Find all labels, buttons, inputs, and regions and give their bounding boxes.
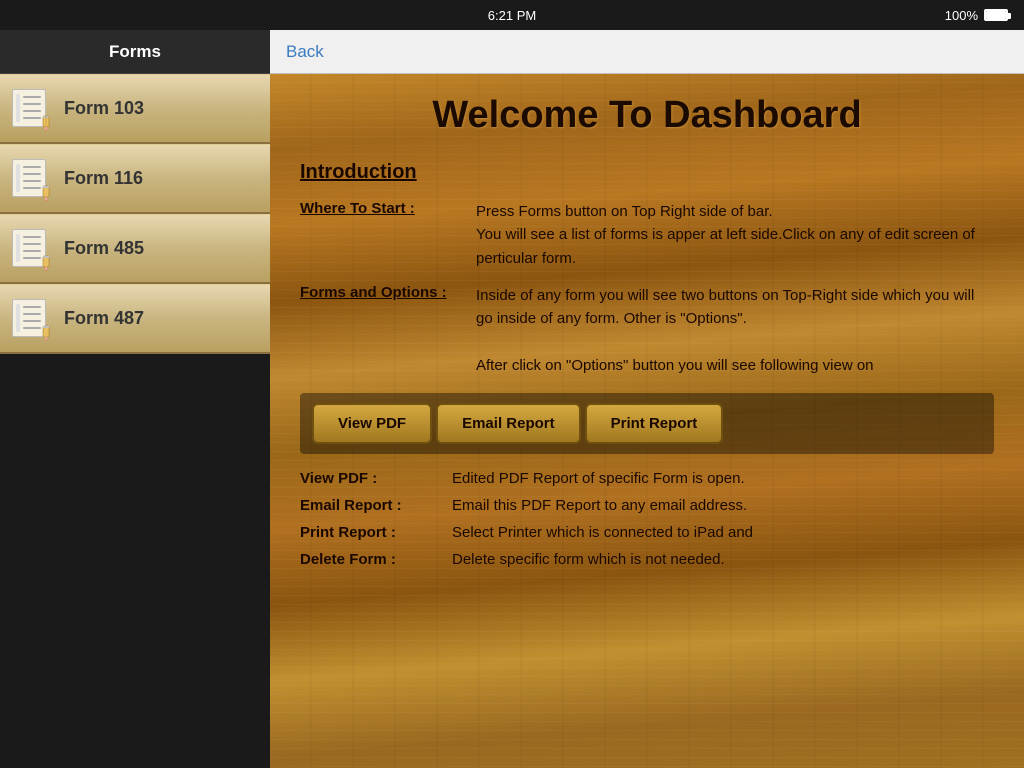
options-bar: View PDF Email Report Print Report xyxy=(300,393,994,454)
status-bar-time: 6:21 PM xyxy=(488,8,536,23)
dashboard-title: Welcome To Dashboard xyxy=(300,94,994,137)
where-to-start-label: Where To Start : xyxy=(300,200,460,217)
sidebar-title: Forms xyxy=(109,42,161,62)
notebook-icon-487 xyxy=(12,299,52,339)
desc-key-delete-form: Delete Form : xyxy=(300,551,440,568)
pencil-icon-487 xyxy=(40,325,56,341)
wood-content: Welcome To Dashboard Introduction Where … xyxy=(270,74,1024,768)
nav-bar: Back xyxy=(270,30,1024,74)
sidebar-item-form-116[interactable]: Form 116 xyxy=(0,144,270,214)
pencil-icon-485 xyxy=(40,255,56,271)
sidebar-item-label-103: Form 103 xyxy=(64,98,144,119)
desc-row-email-report: Email Report : Email this PDF Report to … xyxy=(300,497,994,514)
pencil-icon-116 xyxy=(40,185,56,201)
intro-section: Introduction Where To Start : Press Form… xyxy=(300,161,994,377)
forms-options-label: Forms and Options : xyxy=(300,284,460,301)
sidebar-header: Forms xyxy=(0,30,270,74)
battery-fill xyxy=(986,11,1006,19)
where-to-start-text: Press Forms button on Top Right side of … xyxy=(476,200,994,270)
sidebar-item-form-103[interactable]: Form 103 xyxy=(0,74,270,144)
status-bar-right: 100% xyxy=(945,8,1008,23)
sidebar-item-label-487: Form 487 xyxy=(64,308,144,329)
notebook-icon-485 xyxy=(12,229,52,269)
desc-val-print-report: Select Printer which is connected to iPa… xyxy=(452,524,753,541)
forms-options-text: Inside of any form you will see two butt… xyxy=(476,284,994,377)
view-pdf-button[interactable]: View PDF xyxy=(312,403,432,444)
main-content: Back Welcome To Dashboard Introduction W… xyxy=(270,30,1024,768)
desc-key-print-report: Print Report : xyxy=(300,524,440,541)
desc-row-print-report: Print Report : Select Printer which is c… xyxy=(300,524,994,541)
desc-row-delete-form: Delete Form : Delete specific form which… xyxy=(300,551,994,568)
back-button[interactable]: Back xyxy=(286,42,324,62)
sidebar-item-form-485[interactable]: Form 485 xyxy=(0,214,270,284)
notebook-icon-116 xyxy=(12,159,52,199)
desc-key-view-pdf: View PDF : xyxy=(300,470,440,487)
desc-val-delete-form: Delete specific form which is not needed… xyxy=(452,551,725,568)
sidebar-item-label-485: Form 485 xyxy=(64,238,144,259)
sidebar: Forms Form 103 xyxy=(0,30,270,768)
intro-row-forms-options: Forms and Options : Inside of any form y… xyxy=(300,284,994,377)
desc-val-email-report: Email this PDF Report to any email addre… xyxy=(452,497,747,514)
pencil-icon xyxy=(40,115,56,131)
status-bar: 6:21 PM 100% xyxy=(0,0,1024,30)
notebook-icon xyxy=(12,89,52,129)
description-table: View PDF : Edited PDF Report of specific… xyxy=(300,470,994,568)
desc-val-view-pdf: Edited PDF Report of specific Form is op… xyxy=(452,470,745,487)
intro-row-where-to-start: Where To Start : Press Forms button on T… xyxy=(300,200,994,270)
desc-key-email-report: Email Report : xyxy=(300,497,440,514)
battery-percent: 100% xyxy=(945,8,978,23)
email-report-button[interactable]: Email Report xyxy=(436,403,581,444)
intro-heading: Introduction xyxy=(300,161,994,184)
battery-icon xyxy=(984,9,1008,21)
sidebar-item-label-116: Form 116 xyxy=(64,168,143,189)
desc-row-view-pdf: View PDF : Edited PDF Report of specific… xyxy=(300,470,994,487)
print-report-button[interactable]: Print Report xyxy=(585,403,724,444)
sidebar-item-form-487[interactable]: Form 487 xyxy=(0,284,270,354)
